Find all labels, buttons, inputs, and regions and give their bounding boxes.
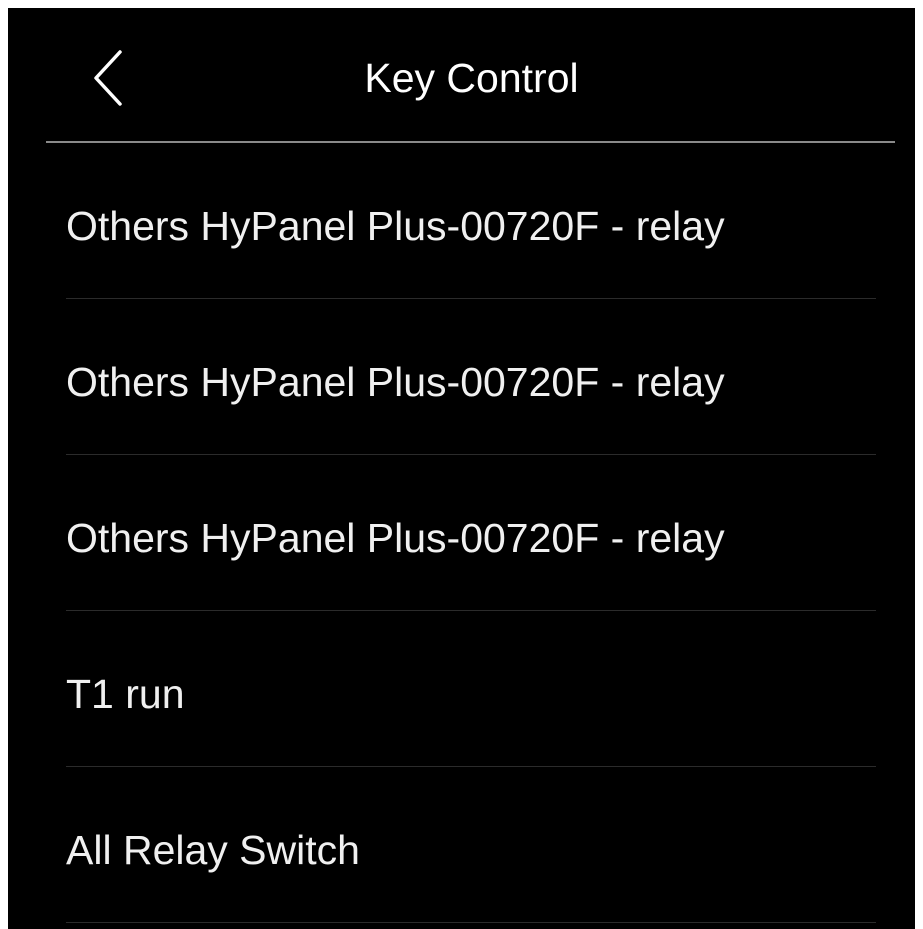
list-item[interactable]: Others HyPanel Plus-00720F - relay [8,455,915,611]
back-button[interactable] [74,36,144,120]
list-divider [66,922,876,923]
key-control-screen: Key Control Others HyPanel Plus-00720F -… [8,8,915,929]
list-item-label: All Relay Switch [66,827,360,873]
list-item[interactable]: Others HyPanel Plus-00720F - relay [8,143,915,299]
header-bar: Key Control [8,8,915,143]
page-title: Key Control [364,55,579,101]
list-item[interactable]: T1 run [8,611,915,767]
list-item-label: Others HyPanel Plus-00720F - relay [66,455,778,611]
chevron-left-icon [94,50,122,106]
key-list: Others HyPanel Plus-00720F - relay Other… [8,143,915,923]
list-item-label: T1 run [66,671,185,717]
list-item[interactable]: Others HyPanel Plus-00720F - relay [8,299,915,455]
list-item[interactable]: All Relay Switch [8,767,915,923]
list-item-label: Others HyPanel Plus-00720F - relay [66,299,778,455]
list-item-label: Others HyPanel Plus-00720F - relay [66,143,778,299]
